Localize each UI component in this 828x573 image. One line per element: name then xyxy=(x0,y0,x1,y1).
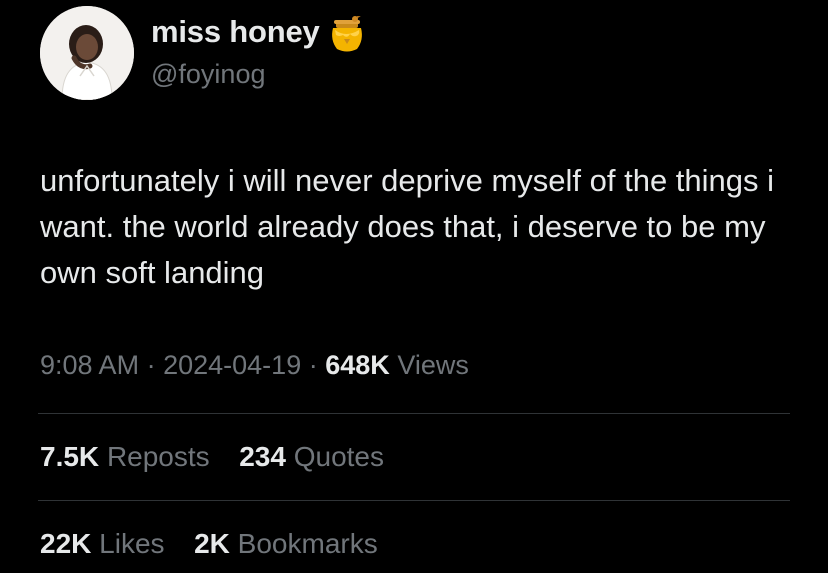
reposts-link[interactable]: 7.5K Reposts xyxy=(40,441,217,472)
engagement-row-likes: 22K Likes 2K Bookmarks xyxy=(40,528,378,560)
likes-label: Likes xyxy=(99,528,165,559)
divider xyxy=(38,500,790,501)
engagement-row-reposts: 7.5K Reposts 234 Quotes xyxy=(40,441,384,473)
likes-count: 22K xyxy=(40,528,92,559)
views-count: 648K xyxy=(325,350,390,380)
quotes-link[interactable]: 234 Quotes xyxy=(239,441,384,472)
meta-separator: · xyxy=(146,350,156,380)
bookmarks-count: 2K xyxy=(194,528,230,559)
likes-link[interactable]: 22K Likes xyxy=(40,528,172,559)
quotes-label: Quotes xyxy=(293,441,384,472)
profile-photo xyxy=(40,6,134,100)
tweet-text: unfortunately i will never deprive mysel… xyxy=(40,163,775,290)
tweet-time[interactable]: 9:08 AM xyxy=(40,350,139,380)
tweet-meta: 9:08 AM · 2024-04-19 · 648K Views xyxy=(40,350,469,381)
avatar[interactable] xyxy=(40,6,134,100)
reposts-label: Reposts xyxy=(106,441,210,472)
display-name[interactable]: miss honey xyxy=(151,14,320,50)
honey-pot-icon xyxy=(326,11,368,54)
divider xyxy=(38,413,790,414)
user-handle[interactable]: @foyinog xyxy=(151,59,265,90)
quotes-count: 234 xyxy=(239,441,286,472)
bookmarks-link[interactable]: 2K Bookmarks xyxy=(194,528,378,559)
reposts-count: 7.5K xyxy=(40,441,100,472)
meta-separator: · xyxy=(308,350,318,380)
tweet-date[interactable]: 2024-04-19 xyxy=(163,350,301,380)
bookmarks-label: Bookmarks xyxy=(237,528,378,559)
views-label: Views xyxy=(397,350,469,380)
